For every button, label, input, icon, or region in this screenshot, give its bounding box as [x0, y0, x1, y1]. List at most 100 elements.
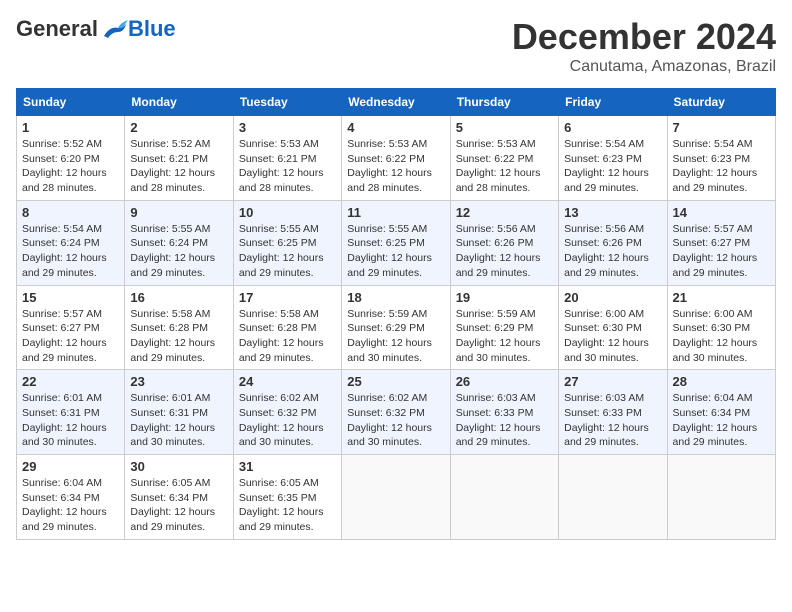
calendar-cell: 26 Sunrise: 6:03 AM Sunset: 6:33 PM Dayli…	[450, 370, 558, 455]
calendar-cell: 7Sunrise: 5:54 AM Sunset: 6:23 PM Daylig…	[667, 116, 775, 201]
calendar-header-row: SundayMondayTuesdayWednesdayThursdayFrid…	[17, 89, 776, 116]
day-number: 23	[130, 374, 227, 389]
day-number: 29	[22, 459, 119, 474]
calendar-week-row: 8 Sunrise: 5:54 AM Sunset: 6:24 PM Daylig…	[17, 200, 776, 285]
calendar-day-header: Saturday	[667, 89, 775, 116]
calendar-cell: 19 Sunrise: 5:59 AM Sunset: 6:29 PM Dayli…	[450, 285, 558, 370]
calendar-cell: 13Sunrise: 5:56 AM Sunset: 6:26 PM Dayli…	[559, 200, 667, 285]
day-detail: Sunrise: 6:04 AM Sunset: 6:34 PM Dayligh…	[22, 476, 119, 535]
calendar-week-row: 29 Sunrise: 6:04 AM Sunset: 6:34 PM Dayli…	[17, 455, 776, 540]
day-detail: Sunrise: 5:53 AM Sunset: 6:22 PM Dayligh…	[347, 137, 444, 196]
calendar-cell: 3 Sunrise: 5:53 AM Sunset: 6:21 PM Daylig…	[233, 116, 341, 201]
calendar-cell: 9Sunrise: 5:55 AM Sunset: 6:24 PM Daylig…	[125, 200, 233, 285]
logo-general: General	[16, 16, 98, 42]
calendar-cell: 30Sunrise: 6:05 AM Sunset: 6:34 PM Dayli…	[125, 455, 233, 540]
calendar-cell	[450, 455, 558, 540]
day-number: 15	[22, 290, 119, 305]
calendar-cell: 29 Sunrise: 6:04 AM Sunset: 6:34 PM Dayli…	[17, 455, 125, 540]
calendar-cell: 14 Sunrise: 5:57 AM Sunset: 6:27 PM Dayli…	[667, 200, 775, 285]
calendar-cell: 15 Sunrise: 5:57 AM Sunset: 6:27 PM Dayli…	[17, 285, 125, 370]
day-detail: Sunrise: 5:57 AM Sunset: 6:27 PM Dayligh…	[22, 307, 119, 366]
location: Canutama, Amazonas, Brazil	[512, 58, 776, 76]
calendar-cell: 5 Sunrise: 5:53 AM Sunset: 6:22 PM Daylig…	[450, 116, 558, 201]
day-detail: Sunrise: 5:59 AM Sunset: 6:29 PM Dayligh…	[347, 307, 444, 366]
day-number: 5	[456, 120, 553, 135]
day-number: 21	[673, 290, 770, 305]
calendar-table: SundayMondayTuesdayWednesdayThursdayFrid…	[16, 88, 776, 540]
calendar-cell: 24 Sunrise: 6:02 AM Sunset: 6:32 PM Dayli…	[233, 370, 341, 455]
calendar-week-row: 22Sunrise: 6:01 AM Sunset: 6:31 PM Dayli…	[17, 370, 776, 455]
calendar-cell: 31 Sunrise: 6:05 AM Sunset: 6:35 PM Dayli…	[233, 455, 341, 540]
day-detail: Sunrise: 5:52 AM Sunset: 6:21 PM Dayligh…	[130, 137, 227, 196]
day-number: 8	[22, 205, 119, 220]
calendar-day-header: Monday	[125, 89, 233, 116]
calendar-day-header: Thursday	[450, 89, 558, 116]
day-number: 20	[564, 290, 661, 305]
calendar-cell: 4 Sunrise: 5:53 AM Sunset: 6:22 PM Daylig…	[342, 116, 450, 201]
calendar-cell	[667, 455, 775, 540]
day-number: 27	[564, 374, 661, 389]
logo: General Blue	[16, 16, 176, 42]
calendar-cell: 23Sunrise: 6:01 AM Sunset: 6:31 PM Dayli…	[125, 370, 233, 455]
calendar-cell: 27 Sunrise: 6:03 AM Sunset: 6:33 PM Dayli…	[559, 370, 667, 455]
day-number: 28	[673, 374, 770, 389]
day-number: 31	[239, 459, 336, 474]
day-detail: Sunrise: 6:03 AM Sunset: 6:33 PM Dayligh…	[564, 391, 661, 450]
day-detail: Sunrise: 5:54 AM Sunset: 6:23 PM Dayligh…	[564, 137, 661, 196]
day-number: 4	[347, 120, 444, 135]
day-number: 22	[22, 374, 119, 389]
day-number: 30	[130, 459, 227, 474]
calendar-cell: 17Sunrise: 5:58 AM Sunset: 6:28 PM Dayli…	[233, 285, 341, 370]
calendar-cell: 11 Sunrise: 5:55 AM Sunset: 6:25 PM Dayli…	[342, 200, 450, 285]
day-detail: Sunrise: 5:56 AM Sunset: 6:26 PM Dayligh…	[456, 222, 553, 281]
calendar-day-header: Tuesday	[233, 89, 341, 116]
calendar-body: 1Sunrise: 5:52 AM Sunset: 6:20 PM Daylig…	[17, 116, 776, 540]
calendar-cell: 25Sunrise: 6:02 AM Sunset: 6:32 PM Dayli…	[342, 370, 450, 455]
calendar-cell: 20Sunrise: 6:00 AM Sunset: 6:30 PM Dayli…	[559, 285, 667, 370]
day-number: 11	[347, 205, 444, 220]
calendar-cell: 18 Sunrise: 5:59 AM Sunset: 6:29 PM Dayli…	[342, 285, 450, 370]
day-detail: Sunrise: 5:57 AM Sunset: 6:27 PM Dayligh…	[673, 222, 770, 281]
day-detail: Sunrise: 6:05 AM Sunset: 6:35 PM Dayligh…	[239, 476, 336, 535]
calendar-cell: 2 Sunrise: 5:52 AM Sunset: 6:21 PM Daylig…	[125, 116, 233, 201]
calendar-cell: 6Sunrise: 5:54 AM Sunset: 6:23 PM Daylig…	[559, 116, 667, 201]
day-detail: Sunrise: 5:58 AM Sunset: 6:28 PM Dayligh…	[130, 307, 227, 366]
day-detail: Sunrise: 5:56 AM Sunset: 6:26 PM Dayligh…	[564, 222, 661, 281]
calendar-cell	[342, 455, 450, 540]
day-number: 19	[456, 290, 553, 305]
month-title: December 2024	[512, 16, 776, 58]
day-detail: Sunrise: 6:02 AM Sunset: 6:32 PM Dayligh…	[239, 391, 336, 450]
day-detail: Sunrise: 5:55 AM Sunset: 6:25 PM Dayligh…	[239, 222, 336, 281]
day-number: 12	[456, 205, 553, 220]
calendar-cell: 16Sunrise: 5:58 AM Sunset: 6:28 PM Dayli…	[125, 285, 233, 370]
title-block: December 2024 Canutama, Amazonas, Brazil	[512, 16, 776, 76]
day-detail: Sunrise: 5:53 AM Sunset: 6:22 PM Dayligh…	[456, 137, 553, 196]
calendar-cell: 8 Sunrise: 5:54 AM Sunset: 6:24 PM Daylig…	[17, 200, 125, 285]
calendar-day-header: Wednesday	[342, 89, 450, 116]
day-number: 18	[347, 290, 444, 305]
day-detail: Sunrise: 6:02 AM Sunset: 6:32 PM Dayligh…	[347, 391, 444, 450]
day-detail: Sunrise: 5:54 AM Sunset: 6:24 PM Dayligh…	[22, 222, 119, 281]
day-detail: Sunrise: 5:55 AM Sunset: 6:25 PM Dayligh…	[347, 222, 444, 281]
calendar-cell: 28 Sunrise: 6:04 AM Sunset: 6:34 PM Dayli…	[667, 370, 775, 455]
day-number: 24	[239, 374, 336, 389]
logo-blue: Blue	[128, 16, 176, 42]
day-number: 26	[456, 374, 553, 389]
day-number: 9	[130, 205, 227, 220]
calendar-cell: 1Sunrise: 5:52 AM Sunset: 6:20 PM Daylig…	[17, 116, 125, 201]
day-number: 3	[239, 120, 336, 135]
calendar-cell: 22Sunrise: 6:01 AM Sunset: 6:31 PM Dayli…	[17, 370, 125, 455]
day-number: 2	[130, 120, 227, 135]
day-detail: Sunrise: 5:54 AM Sunset: 6:23 PM Dayligh…	[673, 137, 770, 196]
day-detail: Sunrise: 5:59 AM Sunset: 6:29 PM Dayligh…	[456, 307, 553, 366]
day-detail: Sunrise: 5:52 AM Sunset: 6:20 PM Dayligh…	[22, 137, 119, 196]
calendar-cell: 12 Sunrise: 5:56 AM Sunset: 6:26 PM Dayli…	[450, 200, 558, 285]
day-number: 10	[239, 205, 336, 220]
calendar-week-row: 15 Sunrise: 5:57 AM Sunset: 6:27 PM Dayli…	[17, 285, 776, 370]
day-detail: Sunrise: 6:03 AM Sunset: 6:33 PM Dayligh…	[456, 391, 553, 450]
calendar-week-row: 1Sunrise: 5:52 AM Sunset: 6:20 PM Daylig…	[17, 116, 776, 201]
day-detail: Sunrise: 6:00 AM Sunset: 6:30 PM Dayligh…	[673, 307, 770, 366]
day-detail: Sunrise: 6:04 AM Sunset: 6:34 PM Dayligh…	[673, 391, 770, 450]
day-detail: Sunrise: 5:53 AM Sunset: 6:21 PM Dayligh…	[239, 137, 336, 196]
day-number: 14	[673, 205, 770, 220]
